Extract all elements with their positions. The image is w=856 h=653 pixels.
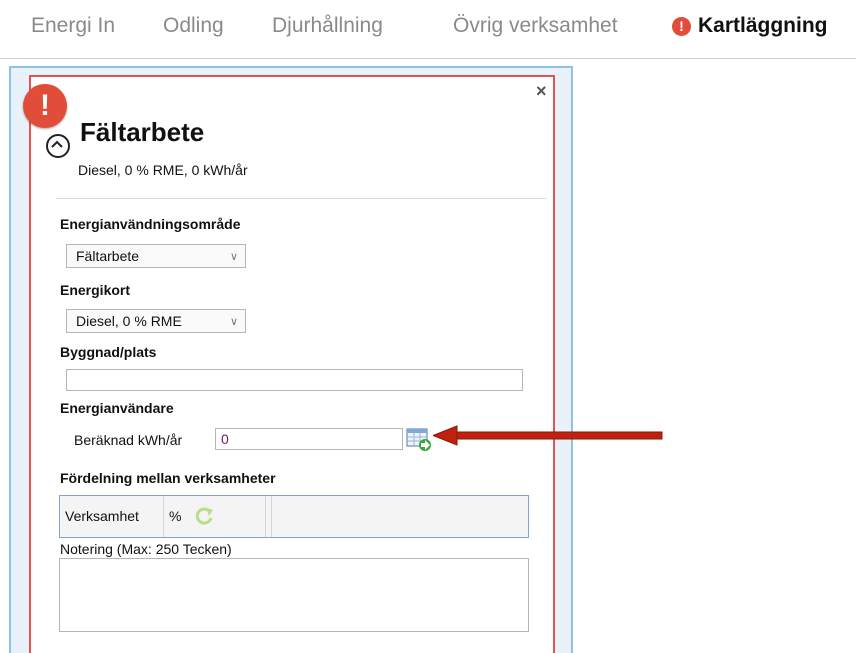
close-button[interactable]: × (536, 81, 547, 102)
area-label: Energianvändningsområde (60, 216, 241, 232)
collapse-button[interactable] (46, 134, 70, 158)
panel-summary: Diesel, 0 % RME, 0 kWh/år (78, 162, 248, 178)
grid-header-verksamhet[interactable]: Verksamhet (60, 496, 164, 537)
card-select[interactable]: Diesel, 0 % RME ∨ (66, 309, 246, 333)
tab-ovrig-verksamhet[interactable]: Övrig verksamhet (453, 14, 618, 38)
distribution-label: Fördelning mellan verksamheter (60, 470, 276, 486)
panel-title: Fältarbete (80, 117, 205, 147)
calc-label: Beräknad kWh/år (74, 432, 183, 448)
chevron-down-icon: ∨ (229, 251, 238, 263)
calc-input[interactable]: 0 (215, 428, 403, 450)
top-tab-bar: Energi In Odling Djurhållning Övrig verk… (0, 0, 856, 59)
refresh-icon[interactable] (193, 505, 215, 527)
calculator-button[interactable] (405, 427, 433, 453)
area-select-value: Fältarbete (76, 248, 140, 264)
chevron-up-icon (51, 140, 63, 148)
user-label: Energianvändare (60, 400, 174, 416)
tab-odling[interactable]: Odling (163, 14, 224, 38)
tab-energi-in[interactable]: Energi In (31, 14, 115, 38)
app-root: Energi In Odling Djurhållning Övrig verk… (0, 0, 856, 653)
card-label: Energikort (60, 282, 131, 298)
building-input[interactable] (66, 369, 523, 391)
tab-kartlaggning[interactable]: ! Kartläggning (672, 14, 828, 38)
building-label: Byggnad/plats (60, 344, 157, 360)
distribution-grid[interactable]: Verksamhet % (59, 495, 529, 538)
tab-djurhallning[interactable]: Djurhållning (272, 14, 383, 38)
note-textarea[interactable] (59, 558, 529, 632)
grid-header-percent[interactable]: % (164, 496, 266, 537)
grid-divider (266, 496, 272, 537)
card-select-value: Diesel, 0 % RME (76, 313, 182, 329)
calculator-icon (406, 428, 431, 451)
pointer-arrow-icon (433, 425, 663, 446)
divider (56, 198, 546, 199)
chevron-down-icon: ∨ (229, 316, 238, 328)
area-select[interactable]: Fältarbete ∨ (66, 244, 246, 268)
error-badge-icon: ! (23, 84, 67, 128)
tab-kartlaggning-label: Kartläggning (698, 14, 828, 37)
warning-icon: ! (672, 17, 691, 36)
note-label: Notering (Max: 250 Tecken) (60, 541, 232, 557)
